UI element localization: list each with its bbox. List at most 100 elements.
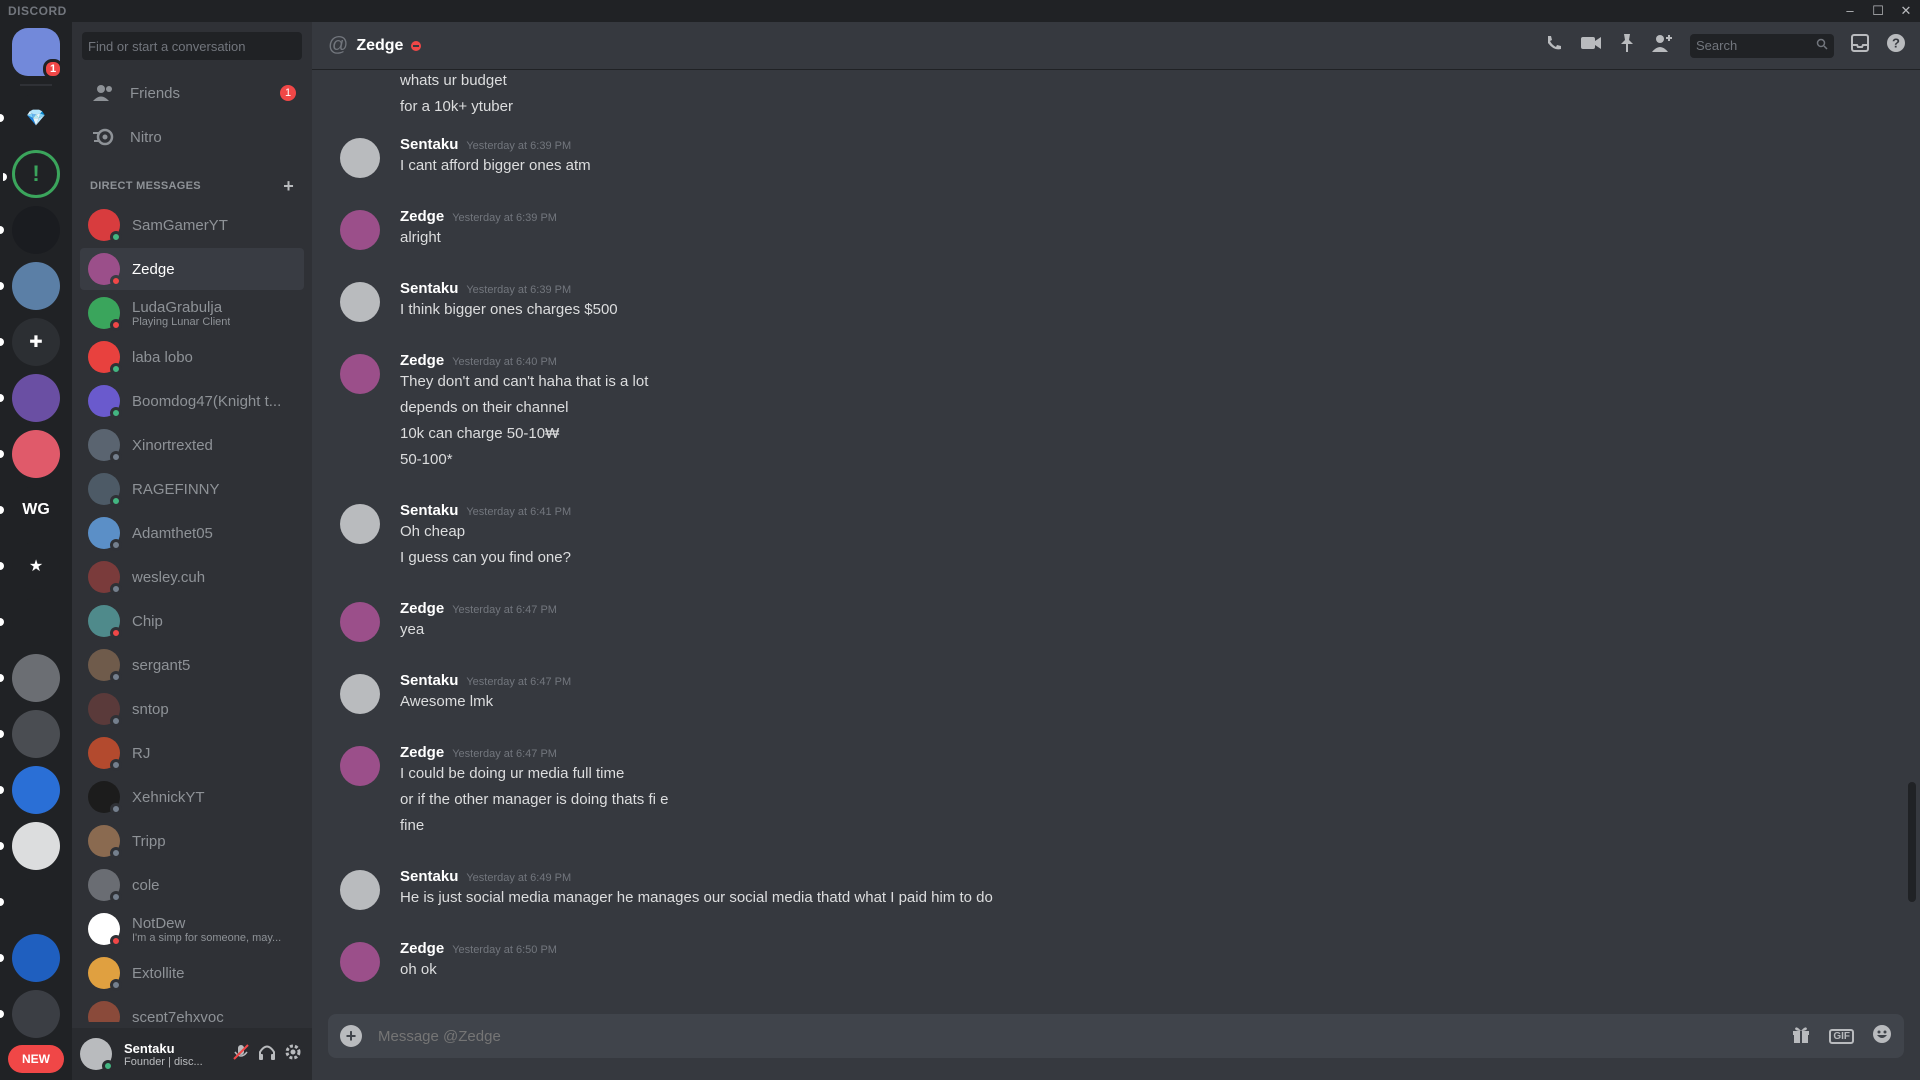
gift-icon[interactable] <box>1791 1024 1811 1049</box>
dm-item[interactable]: wesley.cuh <box>80 556 304 598</box>
dm-item[interactable]: LudaGrabulja Playing Lunar Client <box>80 292 304 334</box>
inbox-icon[interactable] <box>1850 33 1870 58</box>
server-tree-icon[interactable] <box>0 262 60 310</box>
server-dark-icon[interactable] <box>0 206 60 254</box>
add-friends-to-dm-icon[interactable] <box>1652 33 1674 58</box>
close-button[interactable]: ✕ <box>1892 3 1920 19</box>
server-poke-icon[interactable] <box>0 598 60 646</box>
create-dm-plus-icon[interactable]: + <box>283 176 294 197</box>
message-author[interactable]: Sentaku <box>400 868 458 885</box>
dm-item[interactable]: scept7ehxvoc <box>80 996 304 1022</box>
message-text: for a 10k+ ytuber <box>400 98 513 115</box>
message-author[interactable]: Zedge <box>400 940 444 957</box>
message-text: alright <box>400 229 441 246</box>
message-timestamp: Yesterday at 6:39 PM <box>466 140 572 152</box>
server-crew-icon[interactable]: ✚ <box>0 318 60 366</box>
gif-button[interactable]: GIF <box>1829 1028 1854 1044</box>
message-avatar[interactable] <box>340 354 380 394</box>
dm-item[interactable]: laba lobo <box>80 336 304 378</box>
title-bar: DISCORD – ☐ ✕ <box>0 0 1920 22</box>
message-author[interactable]: Sentaku <box>400 136 458 153</box>
message-avatar[interactable] <box>340 942 380 982</box>
new-badge-button[interactable]: NEW <box>8 1045 64 1073</box>
server-sig-icon[interactable] <box>0 822 60 870</box>
dm-item[interactable]: Adamthet05 <box>80 512 304 554</box>
message-author[interactable]: Sentaku <box>400 502 458 519</box>
help-icon[interactable]: ? <box>1886 33 1906 58</box>
message-input[interactable] <box>378 1027 1792 1045</box>
dm-item[interactable]: RJ <box>80 732 304 774</box>
dm-item[interactable]: Xinortrexted <box>80 424 304 466</box>
server-nitro-gem-icon[interactable]: 💎 <box>0 94 60 142</box>
header-toolbar: Search ? <box>1544 33 1906 58</box>
message-avatar[interactable] <box>340 746 380 786</box>
nitro-nav-item[interactable]: Nitro <box>80 116 304 158</box>
server-home-icon[interactable]: 1 <box>12 28 63 79</box>
dm-item[interactable]: Extollite <box>80 952 304 994</box>
dm-name: scept7ehxvoc <box>132 1008 224 1023</box>
dm-item[interactable]: sntop <box>80 688 304 730</box>
status-indicator <box>110 363 122 375</box>
user-tag: Founder | disc... <box>124 1055 203 1068</box>
message-avatar[interactable] <box>340 674 380 714</box>
message-scrollbar[interactable] <box>1908 782 1916 902</box>
video-call-icon[interactable] <box>1580 35 1602 56</box>
dm-item[interactable]: NotDew I'm a simp for someone, may... <box>80 908 304 950</box>
dm-item[interactable]: Boomdog47(Knight t... <box>80 380 304 422</box>
minimize-button[interactable]: – <box>1836 3 1864 19</box>
user-panel: Sentaku Founder | disc... <box>72 1028 312 1080</box>
message-avatar[interactable] <box>340 210 380 250</box>
message-avatar[interactable] <box>340 602 380 642</box>
message-avatar[interactable] <box>340 504 380 544</box>
server-puzzle-icon[interactable] <box>0 766 60 814</box>
emoji-icon[interactable] <box>1872 1024 1892 1049</box>
dm-item[interactable]: cole <box>80 864 304 906</box>
message-author[interactable]: Zedge <box>400 208 444 225</box>
message-text: 10k can charge 50-10₩ <box>400 425 560 442</box>
server-wg-icon[interactable]: WG <box>0 486 60 534</box>
header-search-input[interactable]: Search <box>1690 33 1834 58</box>
svg-text:?: ? <box>1892 36 1900 51</box>
server-alert-icon[interactable]: ! <box>3 150 60 198</box>
message-header: Sentaku Yesterday at 6:47 PM <box>400 672 1878 689</box>
message-author[interactable]: Zedge <box>400 744 444 761</box>
voice-call-icon[interactable] <box>1544 33 1564 58</box>
settings-gear-icon[interactable] <box>284 1043 302 1066</box>
message-author[interactable]: Zedge <box>400 352 444 369</box>
maximize-button[interactable]: ☐ <box>1864 3 1892 19</box>
dm-item[interactable]: Tripp <box>80 820 304 862</box>
server-car-icon[interactable] <box>0 990 60 1038</box>
user-avatar[interactable] <box>80 1038 114 1072</box>
message-author[interactable]: Zedge <box>400 600 444 617</box>
dm-item[interactable]: SamGamerYT <box>80 204 304 246</box>
pinned-messages-icon[interactable] <box>1618 33 1636 58</box>
dm-names: cole <box>132 877 160 894</box>
dm-item[interactable]: RAGEFINNY <box>80 468 304 510</box>
unread-pill <box>0 394 4 402</box>
friends-nav-item[interactable]: Friends 1 <box>80 72 304 114</box>
server-helmet-icon[interactable] <box>0 710 60 758</box>
dm-item[interactable]: XehnickYT <box>80 776 304 818</box>
server-star-icon[interactable]: ★ <box>0 542 60 590</box>
dm-item[interactable]: Chip <box>80 600 304 642</box>
user-name: Sentaku <box>124 1040 175 1056</box>
dm-item[interactable]: Zedge <box>80 248 304 290</box>
server-pink-icon[interactable] <box>0 430 60 478</box>
message-avatar[interactable] <box>340 138 380 178</box>
mute-microphone-icon[interactable] <box>232 1043 250 1066</box>
status-indicator <box>110 275 122 287</box>
avatar <box>88 517 122 551</box>
message-text: He is just social media manager he manag… <box>400 889 993 906</box>
server-blue-arrow-icon[interactable] <box>0 934 60 982</box>
message-avatar[interactable] <box>340 870 380 910</box>
server-purple-icon[interactable] <box>0 374 60 422</box>
find-conversation-search[interactable]: Find or start a conversation <box>82 32 302 60</box>
attach-plus-icon[interactable]: + <box>340 1025 362 1047</box>
dm-item[interactable]: sergant5 <box>80 644 304 686</box>
server-monkey-icon[interactable] <box>0 654 60 702</box>
message-author[interactable]: Sentaku <box>400 672 458 689</box>
headphones-icon[interactable] <box>258 1043 276 1066</box>
message-author[interactable]: Sentaku <box>400 280 458 297</box>
server-robot-icon[interactable] <box>0 878 60 926</box>
message-avatar[interactable] <box>340 282 380 322</box>
